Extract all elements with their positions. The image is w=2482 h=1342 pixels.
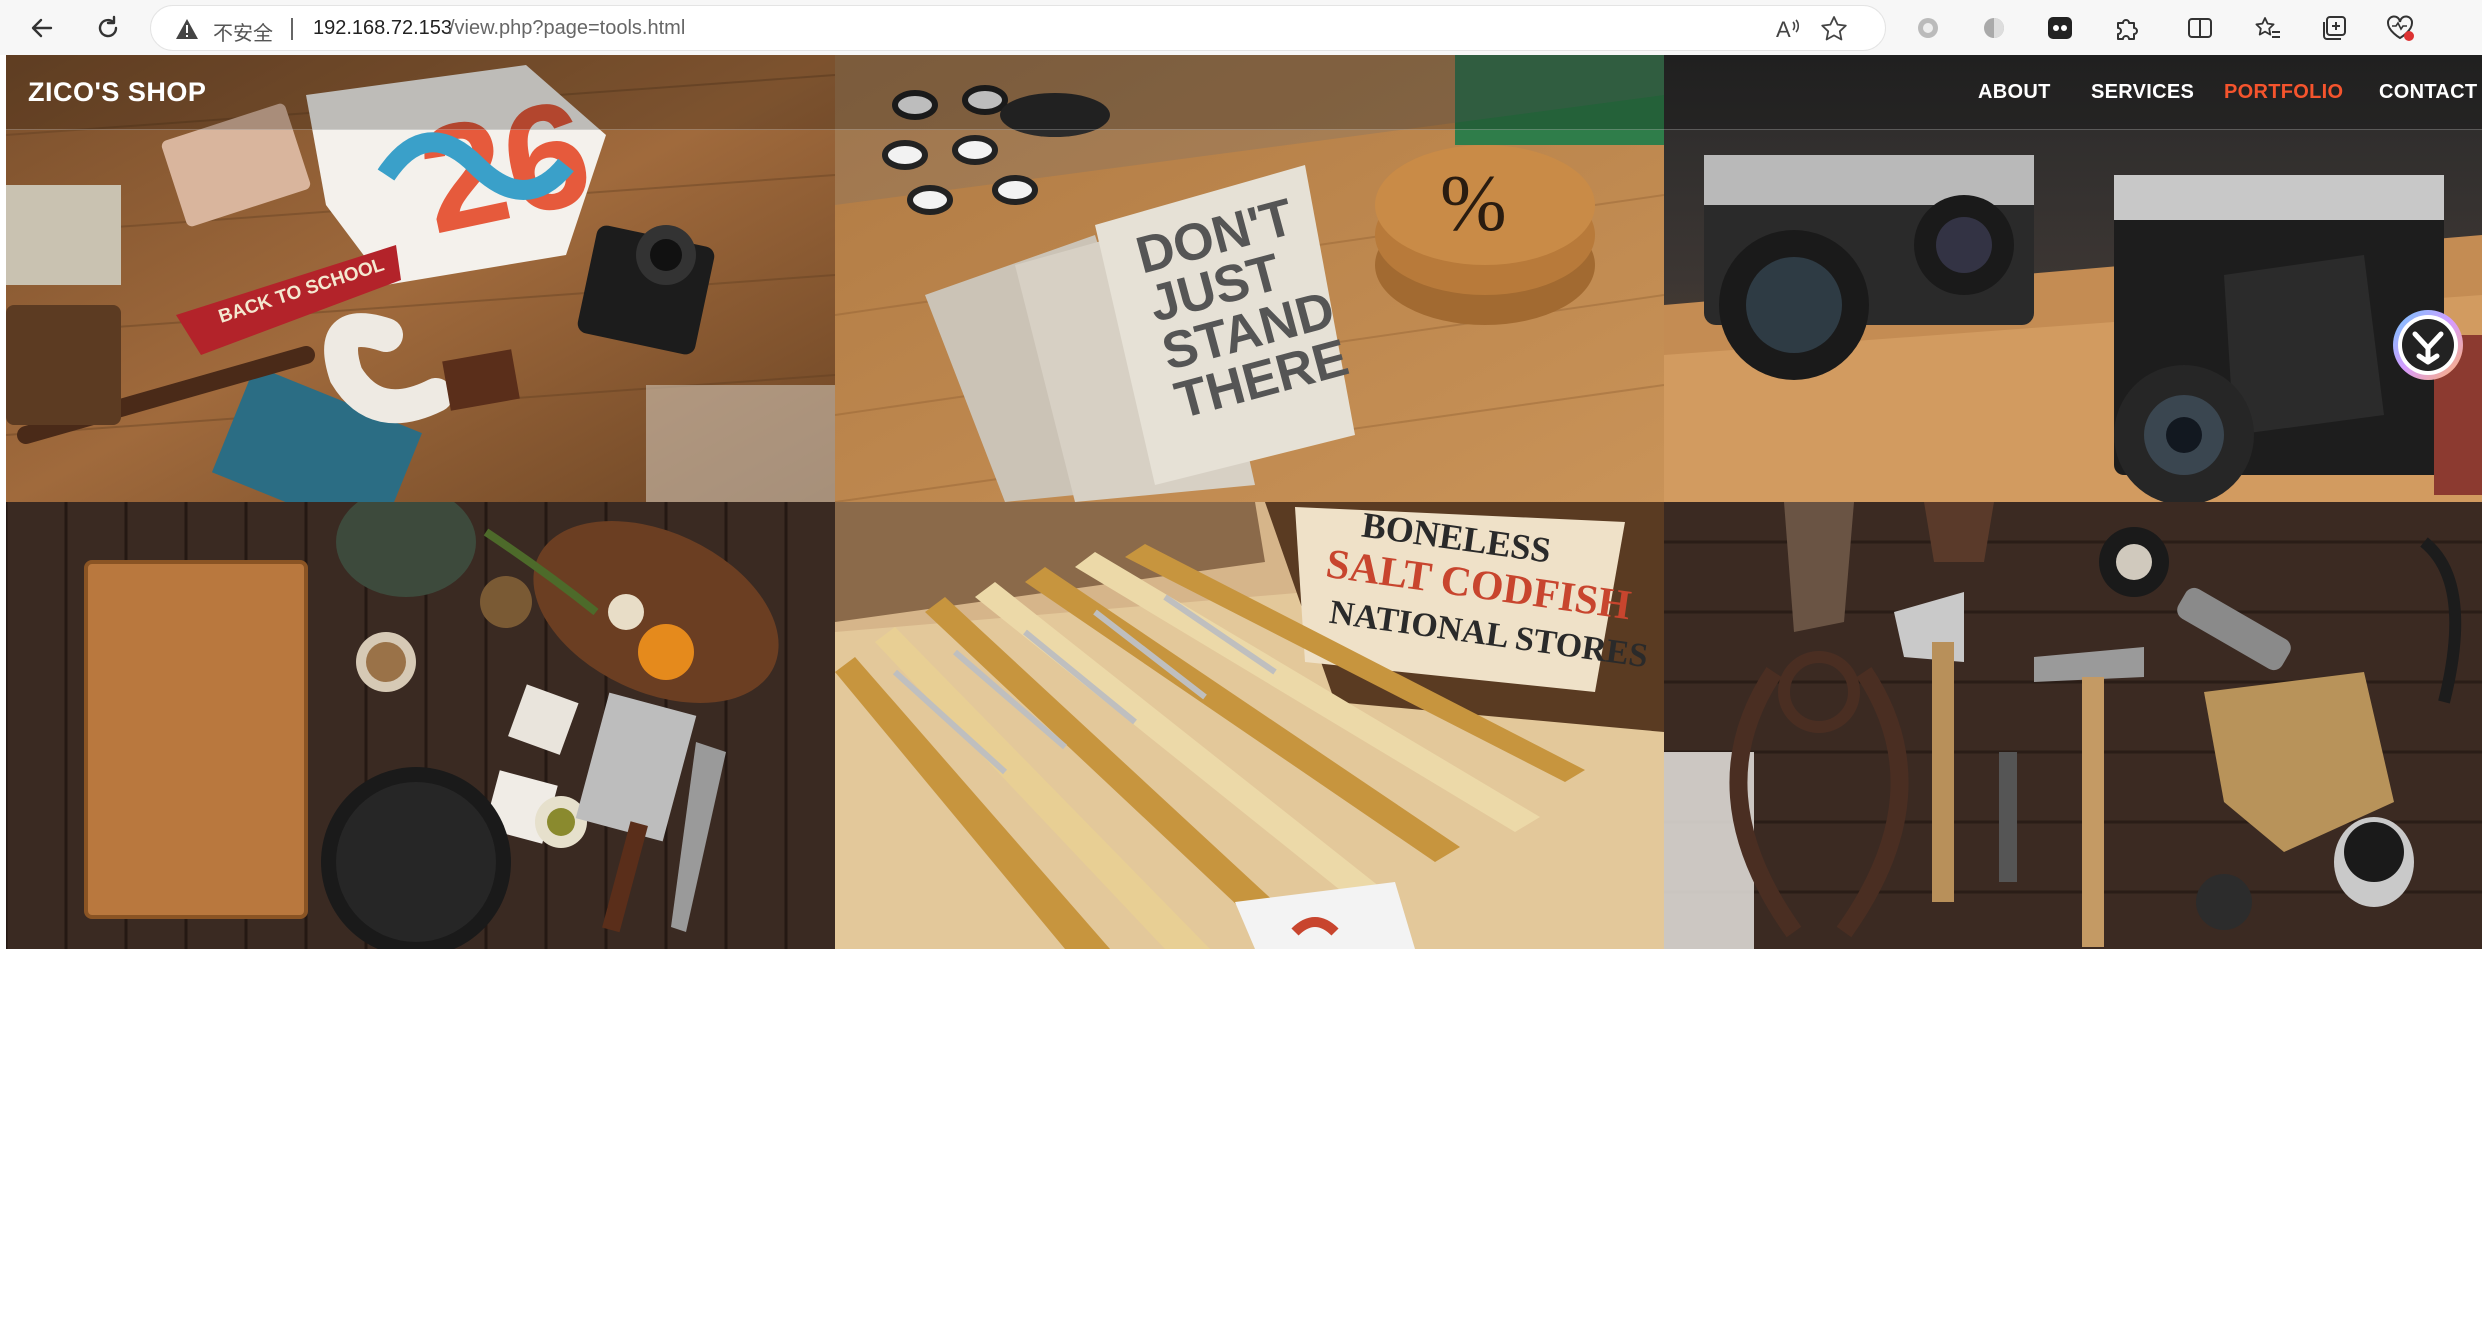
nav-services[interactable]: SERVICES [2091,81,2194,104]
split-screen-icon [2188,18,2212,38]
reload-icon [98,15,118,38]
collections-icon [2323,16,2346,40]
nav-portfolio[interactable]: PORTFOLIO [2224,81,2343,104]
page-content: 26 BACK TO SCHOOL % DON'T JUST STAND THE… [6,55,2482,1342]
assistant-icon [2393,310,2463,380]
collections-button[interactable] [2314,8,2354,48]
browser-essentials-button[interactable] [2380,8,2420,48]
read-aloud-icon: A [1776,17,1800,42]
extension-button-2[interactable] [1974,8,2014,48]
tools-photo [1664,502,2482,949]
split-screen-button[interactable] [2180,8,2220,48]
coaster-text: % [1440,160,1507,248]
portfolio-grid: 26 BACK TO SCHOOL % DON'T JUST STAND THE… [6,55,2482,949]
puzzle-icon [2117,19,2138,40]
extension-icon [1918,18,1938,38]
address-bar[interactable]: 不安全 192.168.72.153 /view.php?page=tools.… [150,5,1886,51]
site-brand[interactable]: ZICO'S SHOP [28,77,206,108]
extensions-button[interactable] [2106,8,2146,48]
extension-button-1[interactable] [1908,8,1948,48]
floating-assistant-button[interactable] [2391,308,2465,382]
security-status[interactable]: 不安全 [213,17,273,46]
portfolio-item-rulers[interactable]: BONELESS SALT CODFISH NATIONAL STORES [835,502,1664,949]
rulers-photo: BONELESS SALT CODFISH NATIONAL STORES [835,502,1664,949]
back-button[interactable] [22,8,62,48]
address-divider [291,18,293,40]
site-navbar: ZICO'S SHOP ABOUT SERVICES PORTFOLIO CON… [6,55,2482,130]
nav-contact[interactable]: CONTACT [2379,81,2477,104]
warning-icon[interactable] [175,18,199,40]
nav-about[interactable]: ABOUT [1978,81,2051,104]
svg-text:A: A [1776,17,1791,42]
browser-toolbar: 不安全 192.168.72.153 /view.php?page=tools.… [0,0,2482,55]
kitchen-photo [6,502,835,949]
add-favorite-button[interactable] [1819,14,1849,49]
arrow-left-icon [31,18,53,38]
url-path[interactable]: /view.php?page=tools.html [449,17,685,40]
extension-icon [2048,17,2072,39]
read-aloud-button[interactable]: A [1773,14,1803,49]
portfolio-item-tools[interactable] [1664,502,2482,949]
favorites-button[interactable] [2248,8,2288,48]
portfolio-item-kitchen[interactable] [6,502,835,949]
favorites-icon [2255,17,2280,38]
url-host[interactable]: 192.168.72.153 [313,17,452,40]
star-icon [1821,16,1847,41]
extension-button-3[interactable] [2040,8,2080,48]
heart-pulse-icon [2387,15,2414,41]
reload-button[interactable] [88,8,128,48]
extension-icon [1984,18,2004,38]
